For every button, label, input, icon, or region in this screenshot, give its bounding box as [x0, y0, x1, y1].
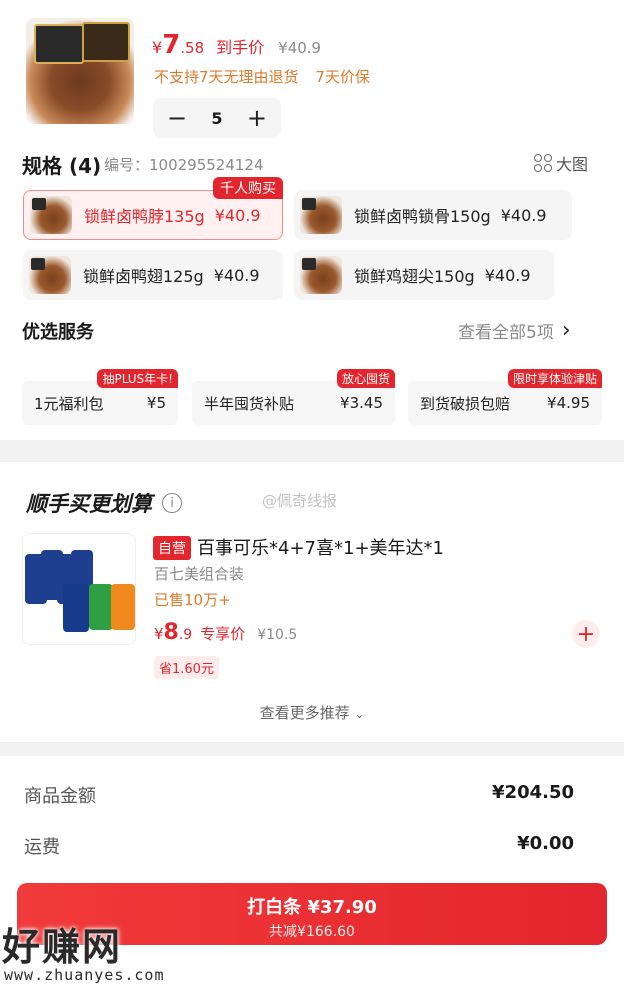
- package-image: [34, 24, 84, 64]
- quantity-stepper: − 5 +: [153, 98, 281, 138]
- price-decimal: .58: [180, 39, 205, 57]
- view-all-label: 查看全部5项: [458, 323, 554, 343]
- combo-original-price: ¥10.5: [257, 627, 298, 643]
- spec-price: ¥40.9: [214, 205, 261, 225]
- goods-amount-value: ¥204.50: [492, 782, 574, 803]
- combo-price-row: ¥ 8 .9 专享价 ¥10.5: [154, 620, 297, 645]
- spec-option[interactable]: 锁鲜卤鸭锁骨150g ¥40.9: [294, 190, 572, 240]
- combo-sold-count: 已售10万+: [154, 591, 231, 609]
- combo-image[interactable]: [22, 533, 136, 645]
- shipping-value: ¥0.00: [517, 833, 574, 854]
- service-tag: 限时享体验津贴: [507, 369, 602, 388]
- combo-price-decimal: .9: [178, 627, 193, 643]
- spec-price: ¥40.9: [484, 265, 531, 285]
- chevron-right-icon: ›: [561, 318, 571, 343]
- spec-thumbnail: [30, 196, 72, 234]
- original-price: ¥40.9: [278, 39, 322, 57]
- product-card: ¥ 7 .58 到手价 ¥40.9 不支持7天无理由退货 7天价保 − 5 + …: [0, 0, 624, 440]
- more-recommendations-label: 查看更多推荐: [259, 704, 350, 722]
- big-image-label: 大图: [556, 155, 589, 174]
- chevron-down-icon: ⌄: [354, 707, 365, 721]
- no-return-policy: 不支持7天无理由退货: [154, 68, 299, 86]
- spec-price: ¥40.9: [500, 205, 547, 225]
- big-image-button[interactable]: 大图: [534, 151, 588, 175]
- service-tag: 放心囤货: [336, 369, 395, 388]
- site-logo: 好赚网: [2, 925, 123, 969]
- view-all-services[interactable]: 查看全部5项 ›: [458, 318, 571, 343]
- quantity-value[interactable]: 5: [211, 109, 222, 128]
- increase-button[interactable]: +: [245, 106, 269, 130]
- pay-button-label: 打白条 ¥37.90: [247, 897, 377, 918]
- service-name: 到货破损包赔: [420, 394, 511, 413]
- spec-thumbnail: [300, 256, 342, 294]
- service-name: 半年囤货补贴: [204, 394, 295, 413]
- service-item[interactable]: 到货破损包赔 ¥4.95 限时享体验津贴: [408, 369, 602, 425]
- price-symbol: ¥: [152, 38, 163, 57]
- self-operated-badge: 自营: [153, 536, 191, 560]
- service-price: ¥4.95: [547, 394, 590, 412]
- price-row: ¥ 7 .58 到手价 ¥40.9: [152, 30, 321, 60]
- spec-thumbnail: [300, 196, 342, 234]
- spec-code: 编号：100295524124: [104, 156, 264, 174]
- savings-badge: 省1.60元: [154, 656, 219, 679]
- combo-price-integer: 8: [163, 620, 179, 645]
- price-integer: 7: [162, 30, 181, 60]
- service-price: ¥5: [146, 394, 166, 412]
- package-image-2: [82, 22, 130, 62]
- combo-subtitle: 百七美组合装: [154, 565, 245, 583]
- service-item[interactable]: 半年囤货补贴 ¥3.45 放心囤货: [192, 369, 395, 425]
- spec-price: ¥40.9: [213, 265, 260, 285]
- spec-thumbnail: [29, 256, 71, 294]
- spec-option[interactable]: 锁鲜鸡翅尖150g ¥40.9: [294, 250, 554, 300]
- decrease-button[interactable]: −: [165, 106, 189, 130]
- service-price: ¥3.45: [340, 394, 383, 412]
- spec-name: 锁鲜卤鸭翅125g: [83, 267, 204, 286]
- combo-title-text: 顺手买更划算: [26, 492, 152, 516]
- policy-text: 不支持7天无理由退货 7天价保: [154, 66, 370, 87]
- combo-price-symbol: ¥: [154, 625, 164, 643]
- spec-option[interactable]: 锁鲜卤鸭翅125g ¥40.9: [23, 250, 283, 300]
- weibo-watermark: @佩奇线报: [262, 492, 338, 510]
- site-url: www.zhuanyes.com: [4, 966, 165, 984]
- spec-title: 规格 (4): [22, 154, 102, 178]
- service-tag: 抽PLUS年卡!: [97, 369, 178, 388]
- goods-amount-label: 商品金额: [24, 786, 96, 807]
- service-item[interactable]: 1元福利包 ¥5 抽PLUS年卡!: [22, 369, 178, 425]
- product-thumbnail[interactable]: [26, 18, 134, 124]
- grid-icon: [534, 154, 552, 172]
- spec-name: 锁鲜卤鸭锁骨150g: [354, 207, 491, 226]
- spec-name: 锁鲜鸡翅尖150g: [354, 267, 475, 286]
- hot-badge: 千人购买: [213, 177, 283, 199]
- shipping-label: 运费: [24, 837, 60, 858]
- combo-price-tag: 专享价: [200, 625, 246, 643]
- info-icon[interactable]: i: [162, 493, 182, 513]
- more-recommendations-link[interactable]: 查看更多推荐 ⌄: [0, 702, 624, 723]
- add-combo-button[interactable]: +: [572, 620, 600, 648]
- service-name: 1元福利包: [34, 394, 104, 413]
- price-protect-policy: 7天价保: [315, 68, 370, 86]
- combo-title: 顺手买更划算 i: [26, 488, 182, 518]
- combo-product-name[interactable]: 百事可乐*4+7喜*1+美年达*1: [197, 534, 444, 560]
- spec-option[interactable]: 锁鲜卤鸭脖135g ¥40.9 千人购买: [23, 177, 283, 240]
- price-tag: 到手价: [216, 38, 265, 57]
- service-title: 优选服务: [22, 322, 94, 343]
- spec-name: 锁鲜卤鸭脖135g: [84, 207, 205, 226]
